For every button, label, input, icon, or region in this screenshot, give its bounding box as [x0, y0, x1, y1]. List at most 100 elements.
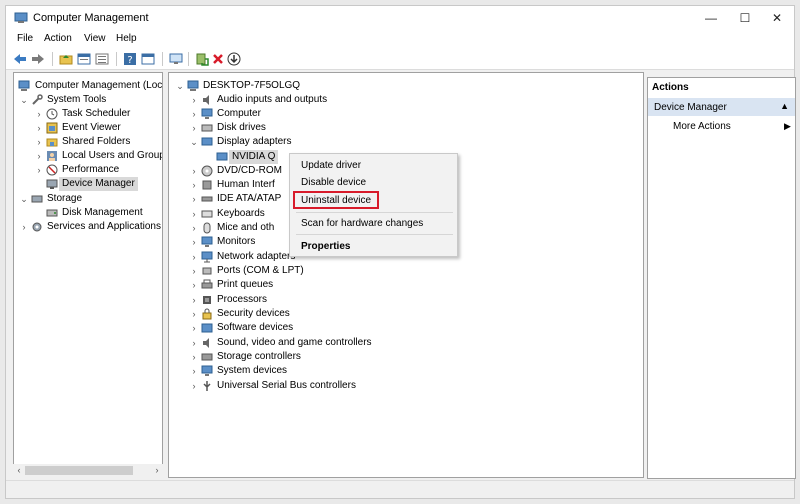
device-category-display-adapters[interactable]: ⌄ Display adapters [189, 135, 489, 149]
chevron-right-icon[interactable]: › [189, 364, 199, 378]
more-actions-item[interactable]: More Actions [673, 121, 731, 132]
show-hide-tree-icon[interactable] [76, 51, 92, 67]
tree-item-device-manager[interactable]: Device Manager [34, 177, 162, 191]
device-category-usb[interactable]: › Universal Serial Bus controllers [189, 379, 489, 393]
menu-item-update-driver[interactable]: Update driver [301, 160, 361, 171]
chevron-right-icon[interactable]: › [189, 93, 199, 107]
tree-item-label: Task Scheduler [62, 108, 131, 119]
device-category-computer[interactable]: › Computer [189, 107, 489, 121]
scroll-right-icon[interactable]: › [151, 464, 163, 477]
menu-action[interactable]: Action [44, 33, 72, 44]
minimize-button[interactable]: — [694, 6, 728, 30]
chevron-right-icon[interactable]: › [189, 307, 199, 321]
device-root-label: DESKTOP-7F5OLGQ [203, 80, 301, 91]
update-driver-icon[interactable] [194, 51, 210, 67]
device-root[interactable]: ⌄ DESKTOP-7F5OLGQ [175, 79, 475, 93]
scan-hardware-icon[interactable] [168, 51, 184, 67]
properties-view-icon[interactable] [140, 51, 156, 67]
tree-item-computer-management[interactable]: Computer Management (Local [16, 79, 162, 93]
chevron-right-icon[interactable]: › [34, 135, 44, 149]
tree-item-shared-folders[interactable]: › Shared Folders [34, 135, 162, 149]
menu-separator [296, 234, 453, 235]
collapse-up-icon[interactable]: ▲ [780, 101, 789, 111]
device-category-software[interactable]: › Software devices [189, 321, 489, 335]
menu-view[interactable]: View [84, 33, 106, 44]
device-category-label: DVD/CD-ROM [217, 165, 282, 176]
chevron-right-icon[interactable]: › [189, 293, 199, 307]
chevron-right-icon[interactable]: › [189, 235, 199, 249]
device-category-security[interactable]: › Security devices [189, 307, 489, 321]
chevron-right-icon[interactable]: › [189, 379, 199, 393]
device-category-print-queues[interactable]: › Print queues [189, 278, 489, 292]
menu-item-scan-hardware[interactable]: Scan for hardware changes [301, 218, 423, 229]
device-category-sound[interactable]: › Sound, video and game controllers [189, 336, 489, 350]
status-bar [6, 480, 794, 498]
tree-item-event-viewer[interactable]: › Event Viewer [34, 121, 162, 135]
chevron-right-icon[interactable]: › [189, 207, 199, 221]
toolbar-separator [188, 52, 189, 66]
tree-item-storage[interactable]: ⌄ Storage [19, 192, 162, 206]
sound-icon [201, 337, 213, 349]
chevron-right-icon[interactable]: › [34, 121, 44, 135]
chevron-right-icon[interactable]: › [189, 250, 199, 264]
menu-item-properties[interactable]: Properties [301, 241, 350, 252]
scrollbar-thumb[interactable] [25, 466, 133, 475]
device-category-processors[interactable]: › Processors [189, 293, 489, 307]
actions-section-label: Device Manager [654, 102, 727, 113]
chevron-right-icon[interactable]: › [189, 107, 199, 121]
chevron-down-icon[interactable]: ⌄ [189, 135, 199, 149]
menu-item-disable-device[interactable]: Disable device [301, 177, 366, 188]
chevron-right-icon[interactable]: › [189, 221, 199, 235]
tree-item-label: System Tools [47, 94, 107, 105]
chevron-right-icon[interactable]: › [189, 192, 199, 206]
chevron-right-icon[interactable]: › [19, 220, 29, 234]
tree-item-label: Services and Applications [47, 221, 161, 232]
chevron-down-icon[interactable]: ⌄ [19, 192, 29, 206]
maximize-button[interactable]: ☐ [728, 6, 762, 30]
chevron-right-icon[interactable]: › [189, 336, 199, 350]
monitor-icon [201, 236, 213, 248]
menu-help[interactable]: Help [116, 33, 137, 44]
tree-item-task-scheduler[interactable]: › Task Scheduler [34, 107, 162, 121]
chevron-right-icon[interactable]: › [189, 264, 199, 278]
storage-controller-icon [201, 351, 213, 363]
device-category-audio[interactable]: › Audio inputs and outputs [189, 93, 489, 107]
more-actions-arrow-icon[interactable]: ▶ [784, 121, 791, 132]
tree-horizontal-scrollbar[interactable]: ‹ › [13, 464, 163, 477]
chevron-down-icon[interactable]: ⌄ [19, 93, 29, 107]
menu-file[interactable]: File [17, 33, 33, 44]
tree-item-local-users-and-groups[interactable]: › Local Users and Groups [34, 149, 162, 163]
chevron-right-icon[interactable]: › [189, 121, 199, 135]
back-icon[interactable] [12, 51, 28, 67]
device-category-storage-controllers[interactable]: › Storage controllers [189, 350, 489, 364]
tree-item-disk-management[interactable]: Disk Management [34, 206, 162, 220]
tree-item-system-tools[interactable]: ⌄ System Tools [19, 93, 162, 107]
chevron-down-icon[interactable]: ⌄ [175, 79, 185, 93]
storage-icon [31, 193, 43, 205]
tree-item-services-and-applications[interactable]: › Services and Applications [19, 220, 162, 234]
device-category-disk-drives[interactable]: › Disk drives [189, 121, 489, 135]
device-category-ports[interactable]: › Ports (COM & LPT) [189, 264, 489, 278]
chevron-right-icon[interactable]: › [189, 178, 199, 192]
close-button[interactable]: ✕ [760, 6, 794, 30]
up-folder-icon[interactable] [58, 51, 74, 67]
forward-icon[interactable] [30, 51, 46, 67]
actions-section-device-manager[interactable]: Device Manager ▲ [648, 98, 795, 116]
chevron-right-icon[interactable]: › [189, 164, 199, 178]
chevron-right-icon[interactable]: › [189, 278, 199, 292]
chevron-right-icon[interactable]: › [34, 149, 44, 163]
chevron-right-icon[interactable]: › [34, 163, 44, 177]
help-icon[interactable]: ? [122, 51, 138, 67]
monitor-icon [201, 108, 213, 120]
tree-item-performance[interactable]: › Performance [34, 163, 162, 177]
chevron-right-icon[interactable]: › [189, 350, 199, 364]
device-category-label: Sound, video and game controllers [217, 337, 372, 348]
chevron-right-icon[interactable]: › [34, 107, 44, 121]
speaker-icon [201, 94, 213, 106]
chevron-right-icon[interactable]: › [189, 321, 199, 335]
enable-device-icon[interactable] [226, 51, 242, 67]
scroll-left-icon[interactable]: ‹ [13, 464, 25, 477]
uninstall-icon[interactable] [210, 51, 226, 67]
list-view-icon[interactable] [94, 51, 110, 67]
device-category-system-devices[interactable]: › System devices [189, 364, 489, 378]
